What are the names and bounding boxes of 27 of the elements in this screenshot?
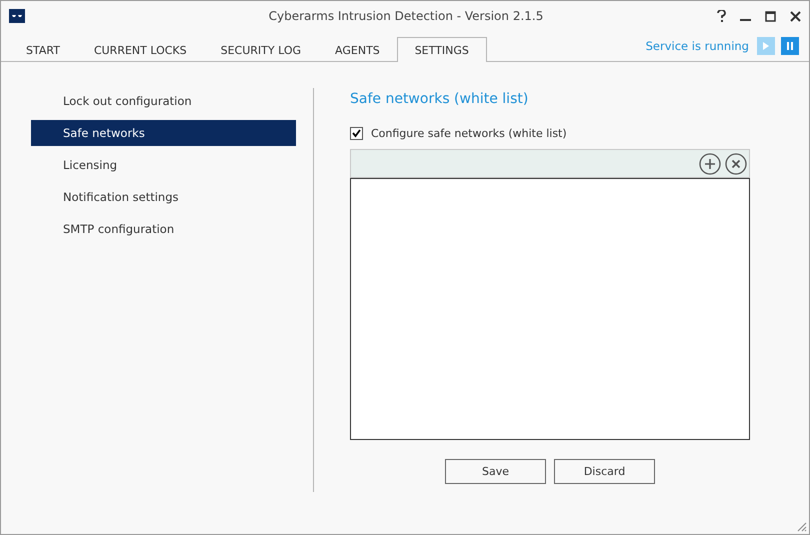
tab[interactable]: CURRENT LOCKS bbox=[76, 37, 204, 62]
service-status: Service is running bbox=[646, 39, 749, 53]
sidebar-item[interactable]: Safe networks bbox=[31, 120, 296, 146]
discard-button[interactable]: Discard bbox=[554, 459, 655, 484]
app-logo-icon bbox=[9, 9, 25, 23]
tab[interactable]: AGENTS bbox=[318, 37, 397, 62]
help-icon[interactable] bbox=[717, 10, 726, 22]
pause-icon bbox=[786, 42, 794, 50]
sidebar-item[interactable]: Notification settings bbox=[31, 184, 296, 210]
save-button[interactable]: Save bbox=[445, 459, 546, 484]
play-icon bbox=[762, 42, 770, 50]
sidebar-item[interactable]: Lock out configuration bbox=[31, 88, 296, 114]
sidebar-item[interactable]: SMTP configuration bbox=[31, 216, 296, 242]
add-icon[interactable] bbox=[699, 152, 721, 174]
remove-icon[interactable] bbox=[725, 152, 747, 174]
pause-button[interactable] bbox=[781, 37, 799, 55]
section-heading: Safe networks (white list) bbox=[350, 91, 530, 107]
tab[interactable]: SETTINGS bbox=[396, 37, 487, 62]
tab[interactable]: SECURITY LOG bbox=[204, 37, 318, 62]
checkbox[interactable] bbox=[350, 127, 363, 140]
maximize-icon[interactable] bbox=[765, 10, 776, 22]
sidebar-item[interactable]: Licensing bbox=[31, 152, 296, 178]
resize-grip-icon[interactable] bbox=[795, 520, 807, 532]
close-icon[interactable] bbox=[790, 10, 801, 22]
tab[interactable]: START bbox=[9, 37, 77, 62]
window-title: Cyberarms Intrusion Detection - Version 2.1.5 bbox=[268, 9, 544, 23]
checkbox-label: Configure safe networks (white list) bbox=[371, 127, 567, 140]
